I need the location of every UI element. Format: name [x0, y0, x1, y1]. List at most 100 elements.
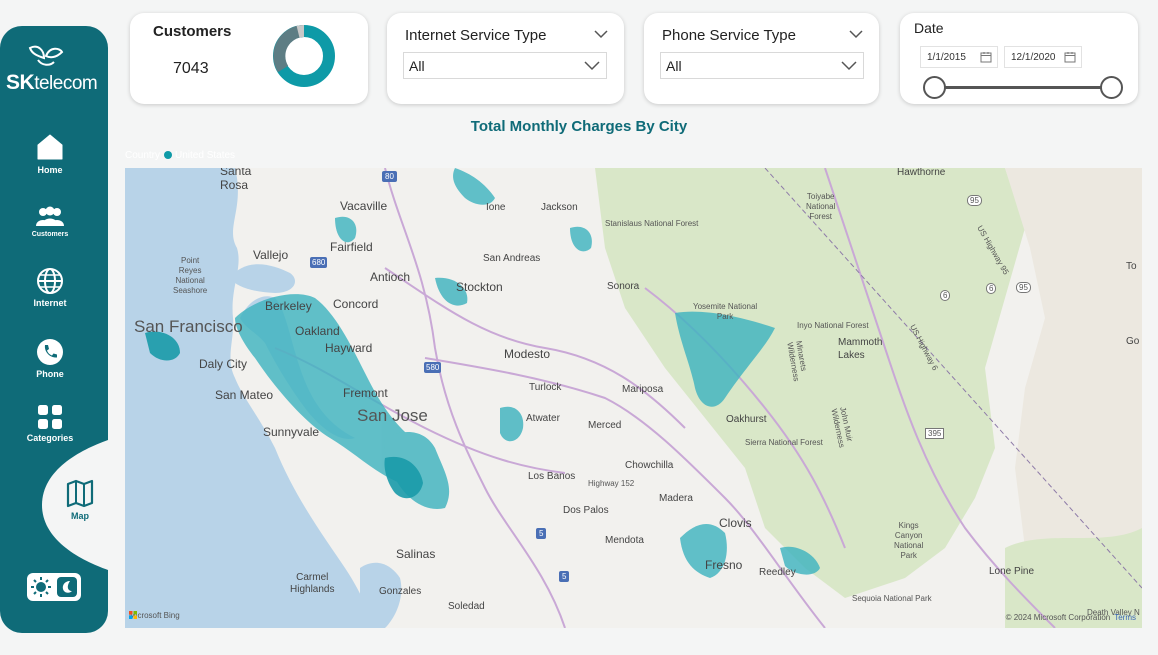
- internet-service-dropdown[interactable]: All: [403, 52, 607, 79]
- date-slicer-title: Date: [914, 20, 944, 36]
- phone-service-slicer: Phone Service Type All: [644, 13, 879, 104]
- nav-phone-label: Phone: [36, 369, 64, 379]
- map-label-daly-city: Daly City: [199, 357, 248, 371]
- sun-icon: [31, 577, 51, 597]
- phone-slicer-title: Phone Service Type: [662, 27, 796, 44]
- map-label-dos-palos: Dos Palos: [563, 505, 609, 516]
- date-slider-end-handle[interactable]: [1100, 76, 1123, 99]
- interstate-5-shield: 5: [536, 528, 547, 539]
- map-attribution: © 2024 Microsoft Corporation Terms: [1006, 613, 1136, 622]
- customers-donut-chart: [273, 25, 335, 87]
- calendar-icon[interactable]: [980, 51, 992, 63]
- theme-toggle[interactable]: [27, 573, 81, 601]
- map-label-to: To: [1126, 261, 1137, 272]
- map-label-turlock: Turlock: [529, 382, 562, 393]
- map-label-madera: Madera: [659, 493, 693, 504]
- logo-text: SKtelecom: [6, 71, 98, 95]
- nav-map-label: Map: [71, 511, 89, 521]
- date-range-slicer: Date 1/1/2015 12/1/2020: [900, 13, 1138, 104]
- us-95-shield: 95: [967, 195, 982, 206]
- map-label-inyo-nf: Inyo National Forest: [797, 321, 869, 330]
- map-label-san-andreas: San Andreas: [483, 253, 541, 264]
- map-label-hayward: Hayward: [325, 341, 373, 355]
- chevron-down-icon[interactable]: [594, 29, 608, 39]
- nav-map[interactable]: Map: [30, 478, 130, 521]
- map-legend: Country United States: [125, 150, 235, 161]
- interstate-680-shield: 680: [310, 257, 328, 268]
- chevron-down-icon[interactable]: [849, 29, 863, 39]
- home-icon: [37, 134, 63, 160]
- map-label-carmel: Carmel Highlands: [290, 572, 335, 595]
- map-label-fresno: Fresno: [705, 558, 743, 572]
- map-label-merced: Merced: [588, 420, 622, 431]
- map-label-oakhurst: Oakhurst: [726, 414, 767, 425]
- map-label-stockton: Stockton: [456, 280, 503, 294]
- chevron-down-icon: [584, 61, 600, 71]
- map-label-berkeley: Berkeley: [265, 299, 312, 313]
- map-label-hawthorne: Hawthorne: [897, 168, 946, 178]
- map-label-atwater: Atwater: [526, 413, 560, 424]
- nav-customers[interactable]: Customers: [0, 206, 100, 238]
- map-label-modesto: Modesto: [504, 347, 551, 361]
- sk-telecom-logo: SKtelecom: [0, 42, 108, 102]
- internet-dropdown-value: All: [409, 58, 425, 74]
- map-label-concord: Concord: [333, 297, 379, 311]
- start-date-input[interactable]: 1/1/2015: [920, 46, 998, 68]
- grid-icon: [38, 405, 62, 429]
- map-label-toiyabe: Toiyabe National Forest: [806, 192, 836, 221]
- map-label-ione: Ione: [486, 202, 506, 213]
- map-label-vacaville: Vacaville: [340, 199, 388, 213]
- end-date-value: 12/1/2020: [1011, 52, 1056, 63]
- map-label-gonzales: Gonzales: [379, 586, 422, 597]
- phone-service-dropdown[interactable]: All: [660, 52, 864, 79]
- calendar-icon[interactable]: [1064, 51, 1076, 63]
- map-label-vallejo: Vallejo: [253, 248, 289, 262]
- map-label-point-reyes: Point Reyes National Seashore: [173, 256, 208, 295]
- nav-internet-label: Internet: [33, 298, 67, 308]
- nav-phone[interactable]: Phone: [0, 338, 100, 379]
- nav-customers-label: Customers: [31, 231, 69, 238]
- map-label-san-mateo: San Mateo: [215, 388, 274, 402]
- butterfly-icon: [28, 45, 64, 66]
- map-label-clovis: Clovis: [719, 516, 752, 530]
- internet-service-slicer: Internet Service Type All: [387, 13, 624, 104]
- map-label-jackson: Jackson: [541, 202, 578, 213]
- terms-link[interactable]: Terms: [1114, 613, 1136, 622]
- interstate-5-shield-south: 5: [559, 571, 570, 582]
- date-slider-start-handle[interactable]: [923, 76, 946, 99]
- moon-icon: [57, 577, 77, 597]
- us-95-shield-east: 95: [1016, 282, 1031, 293]
- nav-home-label: Home: [37, 165, 63, 175]
- map-label-los-banos: Los Banos: [528, 471, 576, 482]
- map-label-sequoia: Sequoia National Park: [852, 594, 932, 603]
- map-label-go: Go: [1126, 336, 1140, 347]
- end-date-input[interactable]: 12/1/2020: [1004, 46, 1082, 68]
- date-slider-track[interactable]: [934, 86, 1112, 89]
- phone-dropdown-value: All: [666, 58, 682, 74]
- map-label-soledad: Soledad: [448, 601, 485, 612]
- map-label-antioch: Antioch: [370, 270, 411, 284]
- nav-home[interactable]: Home: [0, 132, 100, 175]
- map-label-santa-rosa: Santa Rosa: [220, 168, 252, 192]
- map-label-sunnyvale: Sunnyvale: [263, 425, 320, 439]
- map-label-mendota: Mendota: [605, 535, 644, 546]
- kpi-value: 7043: [173, 60, 209, 77]
- nav-categories[interactable]: Categories: [0, 404, 100, 443]
- nav-categories-label: Categories: [26, 433, 74, 443]
- phone-icon: [37, 339, 63, 365]
- map-label-san-jose: San Jose: [357, 406, 428, 425]
- logo-light: telecom: [34, 73, 98, 94]
- attribution-text: © 2024 Microsoft Corporation: [1005, 613, 1111, 622]
- nav-internet[interactable]: Internet: [0, 267, 100, 308]
- us-395-shield: 395: [925, 428, 945, 439]
- map-label-san-francisco: San Francisco: [134, 317, 243, 336]
- filled-map[interactable]: Santa Rosa Vacaville Fairfield Vallejo P…: [125, 168, 1142, 628]
- map-label-salinas: Salinas: [396, 547, 436, 561]
- map-label-kings-canyon: Kings Canyon National Park: [894, 521, 924, 560]
- map-label-mammoth: Mammoth Lakes: [838, 337, 883, 361]
- map-label-highway-152: Highway 152: [588, 479, 635, 488]
- interstate-580-shield: 580: [424, 362, 442, 373]
- map-label-reedley: Reedley: [759, 567, 796, 578]
- legend-field: Country: [125, 150, 161, 161]
- legend-item: United States: [175, 150, 236, 161]
